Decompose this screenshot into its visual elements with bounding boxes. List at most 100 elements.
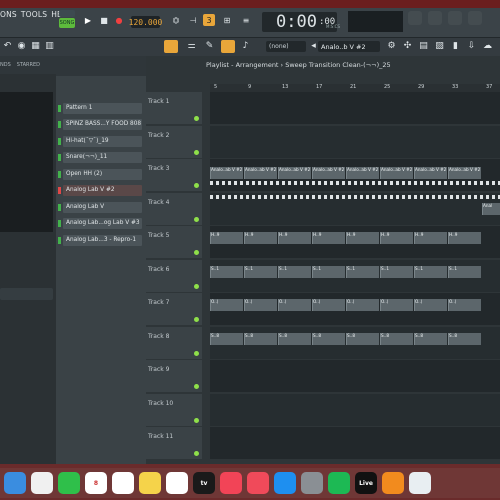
channel-name[interactable]: Analog Lab...3 - Repro-1 [63,234,142,246]
clip[interactable]: Analo..ab V #2 [414,167,447,179]
playlist-view-button[interactable] [164,40,178,53]
app-store-icon[interactable] [274,472,296,494]
facetime-icon[interactable] [58,472,80,494]
snap-dropdown[interactable]: (none) [266,41,306,52]
clip[interactable]: S..1 [312,265,345,278]
channel-row[interactable]: SPINZ BASS...Y FOOD 808 [58,117,142,134]
clip[interactable]: S..8 [312,332,345,345]
clip[interactable]: O..) [414,299,447,311]
track-enable-dot[interactable] [194,350,199,356]
clip[interactable]: S..1 [210,265,243,278]
wait-input-icon[interactable]: ⊣ [187,14,199,26]
channel-led[interactable] [58,236,61,244]
channel-name[interactable]: Analog Lab V #2 [63,185,142,197]
clip[interactable]: H..9 [380,232,413,244]
tv-icon[interactable]: tv [193,472,215,494]
play-button[interactable]: ▶ [82,14,94,26]
calendar-icon[interactable]: 8 [85,472,107,494]
clip[interactable]: O..) [210,299,243,311]
track-header[interactable]: Track 11 [146,427,202,460]
clip[interactable]: H..9 [448,232,481,244]
track-lane[interactable]: S..8 S..8 S..8 S..8 S..8 S..8 S..8 S..8 [210,326,500,360]
chart-icon[interactable]: ▮ [450,41,461,52]
channel-name[interactable]: Hi-hat(¯▽¯)_19 [63,135,142,147]
pattern-picker-icon[interactable]: ▦ [30,41,41,52]
clip[interactable]: Analo..ab V #2 [312,167,345,179]
live-icon[interactable]: Live [355,472,377,494]
piano-roll-icon[interactable]: ▤ [418,41,429,52]
channel-led[interactable] [58,203,61,211]
cloud-icon[interactable]: ☁ [482,41,493,52]
clip[interactable]: S..8 [278,332,311,345]
preview-icon[interactable] [409,472,431,494]
channel-led[interactable] [58,220,61,228]
clip[interactable]: O..) [312,299,345,311]
channel-led[interactable] [58,121,61,129]
track-enable-dot[interactable] [194,116,199,121]
channel-name[interactable]: Open HH (2) [63,168,142,180]
notes-icon[interactable] [139,472,161,494]
spotify-icon[interactable] [328,472,350,494]
track-enable-dot[interactable] [194,451,199,456]
reminders-icon[interactable] [112,472,134,494]
freeform-icon[interactable] [166,472,188,494]
track-lane[interactable]: S..1 S..1 S..1 S..1 S..1 S..1 S..1 S..1 [210,259,500,293]
channel-rack-icon[interactable]: ⚌ [186,41,197,52]
song-time-display[interactable]: 0:00:00 [262,12,337,32]
track-header[interactable]: Track 9 [146,360,202,393]
clip[interactable]: H..9 [414,232,447,244]
track-enable-dot[interactable] [194,417,199,423]
track-enable-dot[interactable] [194,384,199,389]
channel-led[interactable] [58,187,61,195]
channel-name[interactable]: Snare(¬¬)_11 [63,152,142,164]
channel-led[interactable] [58,154,61,162]
clip[interactable]: S..1 [380,265,413,278]
track-enable-dot[interactable] [194,283,199,289]
menu-tools[interactable]: TOOLS [21,10,47,19]
track-header[interactable]: Track 1 [146,92,202,125]
clip[interactable]: S..8 [414,332,447,345]
song-mode-toggle[interactable]: SONG [59,18,75,28]
loop-record-icon[interactable]: ≡ [240,14,252,26]
speaker-icon[interactable]: ♪ [240,41,251,52]
clip[interactable]: O..) [380,299,413,311]
countdown-icon[interactable]: 3 [203,14,215,26]
snapshot-icon[interactable]: ◉ [16,41,27,52]
clip[interactable]: S..1 [346,265,379,278]
channel-led[interactable] [58,104,61,112]
channel-row[interactable]: Snare(¬¬)_11 [58,150,142,167]
browser-tab-sounds[interactable]: NDS [0,62,11,68]
record-button[interactable]: ● [113,14,125,26]
clip[interactable]: H..9 [312,232,345,244]
plugin-icon[interactable]: ✣ [402,41,413,52]
channel-led[interactable] [58,170,61,178]
track-header[interactable]: Track 6 [146,259,202,293]
browser-icon[interactable]: ▨ [434,41,445,52]
channel-row[interactable]: Analog Lab V #2 [58,183,142,200]
track-header[interactable]: Track 3 [146,159,202,192]
clip[interactable]: Analo..ab V #2 [346,167,379,179]
track-lane[interactable]: Analo..ab V #2 Analo..ab V #2 Analo..ab V … [210,159,500,192]
track-header[interactable]: Track 10 [146,393,202,427]
photos-icon[interactable] [31,472,53,494]
clip[interactable]: Analo..ab V #2 [380,167,413,179]
channel-row[interactable]: Hi-hat(¯▽¯)_19 [58,133,142,150]
system-settings-icon[interactable] [301,472,323,494]
track-header[interactable]: Track 2 [146,125,202,159]
news-icon[interactable] [247,472,269,494]
channel-name[interactable]: SPINZ BASS...Y FOOD 808 [63,119,142,131]
pencil-icon[interactable]: ✎ [204,41,215,52]
track-enable-dot[interactable] [194,149,199,155]
undo-icon[interactable]: ↶ [2,41,13,52]
hint-icon[interactable] [408,11,422,25]
clip[interactable]: S..8 [210,332,243,345]
browser-tab-starred[interactable]: STARRED [17,62,40,68]
track-enable-dot[interactable] [194,317,199,322]
menu-options[interactable]: ONS [0,10,17,19]
browser-scrollbar[interactable] [0,288,53,300]
polyphony-meter[interactable] [468,11,482,25]
clip[interactable]: H..9 [278,232,311,244]
tempo-display[interactable]: 120.000 [129,16,162,28]
metronome-icon[interactable]: ⏣ [170,14,182,26]
track-lane[interactable]: H..9 H..9 H..9 H..9 H..9 H..9 H..9 H..9 [210,226,500,259]
